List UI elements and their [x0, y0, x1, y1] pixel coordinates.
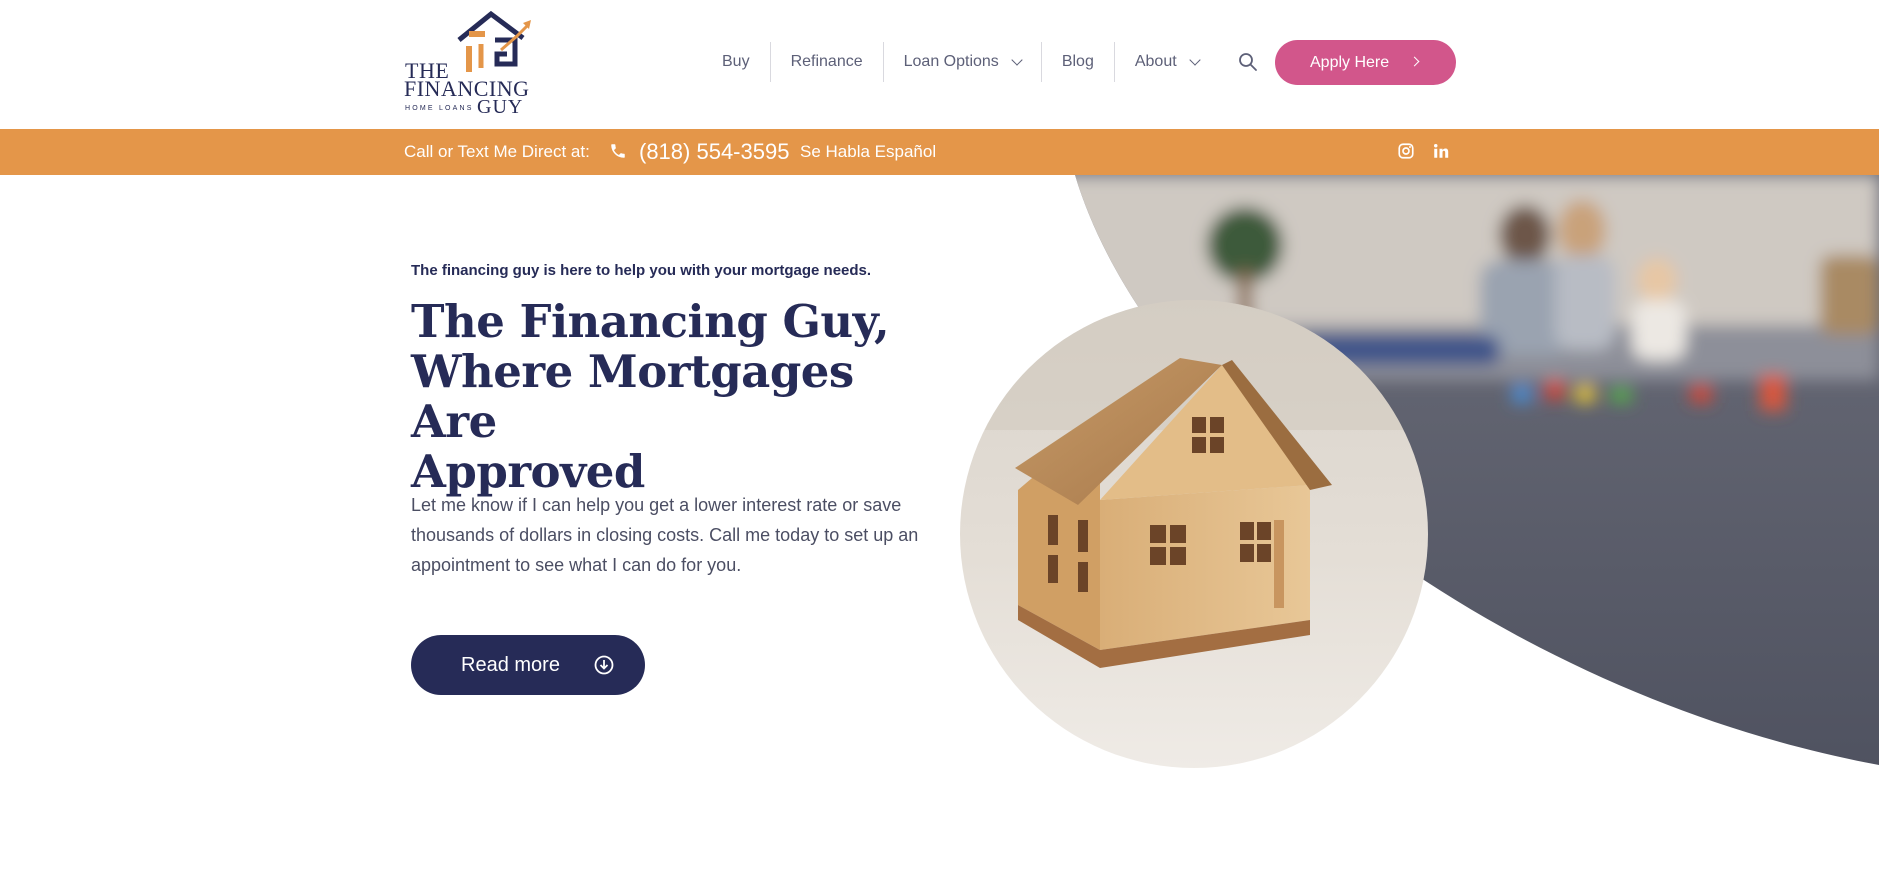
house-model-image [960, 300, 1428, 768]
instagram-icon[interactable] [1397, 142, 1415, 160]
nav-item-buy[interactable]: Buy [702, 42, 770, 82]
search-icon[interactable] [1238, 52, 1258, 72]
contact-bar: Call or Text Me Direct at: (818) 554-359… [0, 129, 1879, 175]
nav-label: Loan Options [903, 53, 999, 70]
chevron-down-icon [1188, 53, 1201, 66]
hero-title-line: The Financing Guy, [411, 295, 890, 348]
chevron-right-icon [1409, 56, 1420, 67]
nav-label: About [1134, 53, 1177, 70]
site-logo[interactable]: THE FINANCING HOME LOANS GUY [403, 10, 538, 118]
nav-item-refinance[interactable]: Refinance [769, 42, 883, 82]
chevron-down-icon [1011, 53, 1023, 66]
logo-mark-icon [457, 10, 531, 72]
apply-button-label: Apply Here [1310, 53, 1390, 71]
read-more-button[interactable]: Read more [411, 635, 645, 695]
hero-eyebrow: The financing guy is here to help you wi… [411, 262, 872, 279]
nav-item-blog[interactable]: Blog [1040, 42, 1114, 82]
linkedin-icon[interactable] [1432, 142, 1450, 160]
site-header: THE FINANCING HOME LOANS GUY Buy Refinan… [0, 0, 1879, 129]
hero-background-photo [1075, 175, 1879, 765]
nav-item-loan-options[interactable]: Loan Options [882, 42, 1041, 82]
main-nav: Buy Refinance Loan Options Blog About [702, 42, 1219, 82]
logo-text-guy: GUY [477, 96, 524, 118]
phone-number-link[interactable]: (818) 554-3595 [639, 139, 789, 165]
logo-tagline: HOME LOANS [405, 105, 474, 112]
nav-label: Buy [722, 53, 750, 70]
hero-title: The Financing Guy, Where Mortgages Are A… [411, 297, 931, 497]
nav-label: Refinance [790, 53, 863, 70]
apply-here-button[interactable]: Apply Here [1275, 40, 1456, 85]
hero-description: Let me know if I can help you get a lowe… [411, 495, 919, 575]
nav-label: Blog [1061, 53, 1094, 70]
call-label: Call or Text Me Direct at: [404, 142, 590, 161]
spanish-label: Se Habla Español [800, 142, 937, 161]
read-more-label: Read more [461, 653, 560, 676]
nav-item-about[interactable]: About [1113, 42, 1219, 82]
hero-title-line: Where Mortgages Are [411, 345, 854, 448]
phone-icon [611, 144, 625, 158]
arrow-down-circle-icon [594, 655, 614, 675]
